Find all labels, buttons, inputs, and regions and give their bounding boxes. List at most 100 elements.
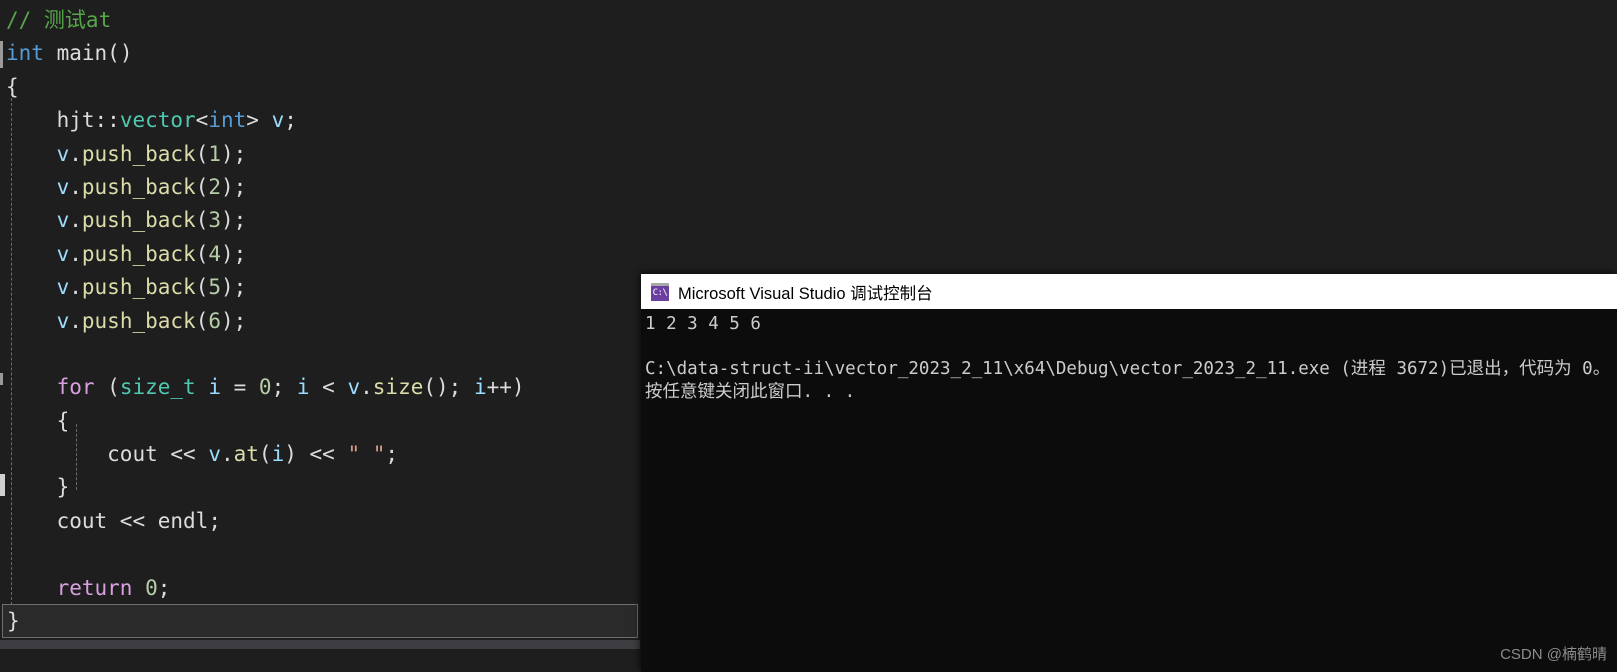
code-token: return bbox=[56, 575, 133, 600]
code-token: ( bbox=[195, 275, 209, 300]
code-token: < bbox=[309, 375, 348, 400]
code-token: ; bbox=[385, 442, 399, 467]
code-token: . bbox=[220, 442, 234, 467]
console-title-bar[interactable]: C:\ Microsoft Visual Studio 调试控制台 bbox=[641, 274, 1617, 309]
code-token: ) << bbox=[284, 442, 348, 467]
code-token: . bbox=[360, 375, 373, 400]
console-output-line: 1 2 3 4 5 6 bbox=[645, 314, 761, 334]
code-token: v bbox=[56, 241, 70, 266]
editor-horizontal-scrollbar[interactable] bbox=[0, 640, 640, 649]
console-output-line: 按任意键关闭此窗口. . . bbox=[645, 381, 856, 402]
code-token: v bbox=[56, 275, 70, 300]
code-token: cout bbox=[107, 442, 158, 467]
debug-console-window[interactable]: C:\ Microsoft Visual Studio 调试控制台 1 2 3 … bbox=[641, 274, 1617, 672]
code-token: < bbox=[195, 108, 209, 133]
code-token: i bbox=[208, 375, 221, 400]
code-token: for bbox=[56, 375, 95, 400]
code-token: << bbox=[157, 442, 209, 467]
code-token: 5 bbox=[208, 275, 221, 300]
matching-brace-highlight bbox=[2, 604, 638, 638]
code-token: push_back bbox=[81, 208, 196, 233]
code-token: ( bbox=[195, 141, 209, 166]
code-token: ( bbox=[195, 208, 209, 233]
code-token: " " bbox=[347, 442, 386, 467]
line-comment[interactable]: // 测试at bbox=[0, 4, 1617, 37]
code-token: push_back bbox=[81, 174, 196, 199]
outline-marker-selection[interactable] bbox=[0, 474, 5, 496]
code-token: v bbox=[56, 141, 70, 166]
code-token: int bbox=[208, 108, 247, 133]
code-token: 4 bbox=[208, 241, 221, 266]
code-token: v bbox=[56, 308, 70, 333]
console-icon-glyph: C:\ bbox=[652, 287, 668, 298]
line-push-1[interactable]: v.push_back(1); bbox=[0, 138, 1617, 171]
code-token: v bbox=[271, 108, 285, 133]
code-token: . bbox=[69, 141, 82, 166]
code-token: ); bbox=[221, 275, 247, 300]
closing-brace: } bbox=[7, 609, 20, 633]
code-token: i bbox=[271, 442, 285, 467]
code-token: push_back bbox=[81, 141, 196, 166]
line-push-3[interactable]: v.push_back(3); bbox=[0, 204, 1617, 237]
code-token: ( bbox=[195, 241, 209, 266]
console-output-line: C:\data-struct-ii\vector_2023_2_11\x64\D… bbox=[645, 359, 1611, 379]
code-token: ); bbox=[221, 141, 247, 166]
console-output-area[interactable]: 1 2 3 4 5 6 C:\data-struct-ii\vector_202… bbox=[641, 309, 1617, 672]
code-token: int bbox=[6, 41, 44, 66]
code-token: ); bbox=[221, 174, 247, 199]
line-open-brace[interactable]: { bbox=[0, 71, 1617, 104]
code-token: hjt bbox=[6, 108, 95, 133]
code-token: = bbox=[220, 375, 259, 400]
code-token: v bbox=[347, 375, 361, 400]
code-token: size bbox=[372, 375, 424, 400]
line-push-2[interactable]: v.push_back(2); bbox=[0, 171, 1617, 204]
code-token: ( bbox=[94, 375, 120, 400]
code-token: push_back bbox=[81, 308, 196, 333]
code-token: 6 bbox=[208, 308, 221, 333]
code-token: ; bbox=[271, 375, 297, 400]
line-main-signature[interactable]: int main() bbox=[0, 37, 1617, 70]
code-token: () bbox=[107, 41, 133, 66]
code-token: // 测试at bbox=[6, 8, 112, 32]
outline-marker-main[interactable] bbox=[0, 41, 3, 68]
code-token: } bbox=[6, 475, 70, 500]
code-token: ( bbox=[258, 442, 272, 467]
console-window-icon: C:\ bbox=[651, 282, 669, 301]
code-token: ; bbox=[284, 108, 297, 133]
outline-marker-for[interactable] bbox=[0, 373, 3, 385]
code-token: at bbox=[233, 442, 259, 467]
line-vector-decl[interactable]: hjt::vector<int> v; bbox=[0, 104, 1617, 137]
code-token: . bbox=[69, 174, 82, 199]
code-token: ( bbox=[195, 174, 209, 199]
code-token: i bbox=[296, 375, 310, 400]
code-token: << bbox=[107, 508, 158, 533]
code-token: (); bbox=[423, 375, 474, 400]
code-token: size_t bbox=[119, 375, 196, 400]
code-token: . bbox=[69, 275, 82, 300]
code-token: 0 bbox=[258, 375, 272, 400]
code-token: 0 bbox=[145, 575, 158, 600]
line-push-4[interactable]: v.push_back(4); bbox=[0, 238, 1617, 271]
code-token: { bbox=[6, 74, 19, 99]
code-token: 2 bbox=[208, 174, 221, 199]
code-token: > bbox=[246, 108, 272, 133]
code-token: v bbox=[56, 174, 70, 199]
code-token: ; bbox=[157, 575, 171, 600]
code-token: :: bbox=[94, 108, 120, 133]
code-token: push_back bbox=[81, 275, 196, 300]
code-token: 1 bbox=[208, 141, 221, 166]
indent-guide-level-1 bbox=[11, 88, 12, 620]
code-token: push_back bbox=[81, 241, 196, 266]
editor-bottom-fill bbox=[0, 649, 640, 672]
